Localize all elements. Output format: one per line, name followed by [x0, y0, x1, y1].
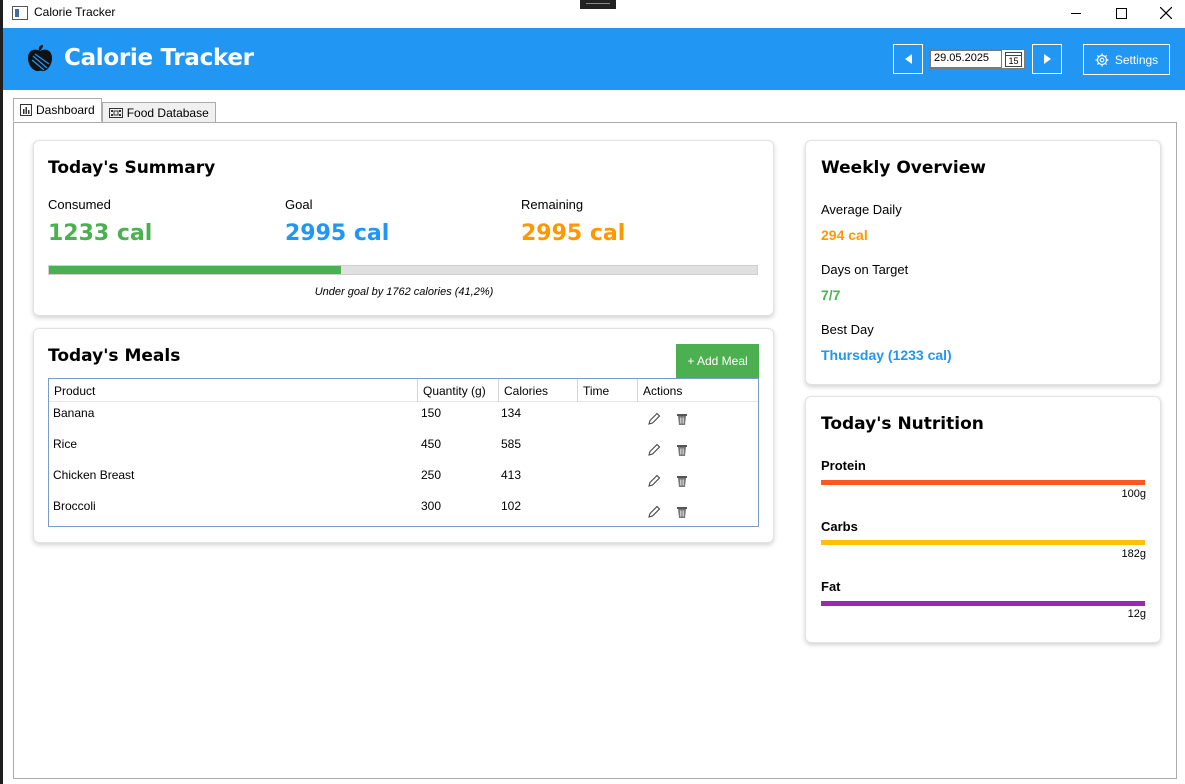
- weekly-title: Weekly Overview: [821, 158, 986, 178]
- cell-product: Rice: [53, 437, 78, 451]
- cell-quantity: 150: [421, 406, 442, 420]
- title-bar: Calorie Tracker: [3, 0, 1185, 28]
- dashboard-panel: Today's Summary Consumed 1233 cal Goal 2…: [13, 122, 1177, 779]
- column-header-product[interactable]: Product: [49, 379, 418, 402]
- app-title: Calorie Tracker: [64, 45, 254, 71]
- delete-trash-icon[interactable]: [674, 473, 690, 489]
- tab-dashboard[interactable]: Dashboard: [13, 98, 102, 122]
- add-meal-button[interactable]: + Add Meal: [676, 344, 759, 378]
- app-window: Calorie Tracker Calorie Tracker 29.05.20…: [0, 0, 1185, 784]
- minimize-button[interactable]: [1053, 0, 1099, 26]
- tab-food-database-label: Food Database: [126, 106, 209, 120]
- days-on-target-label: Days on Target: [821, 262, 909, 277]
- tab-food-database[interactable]: Food Database: [101, 102, 216, 124]
- table-row[interactable]: Rice 450 585: [49, 433, 758, 464]
- drag-notch: [580, 0, 616, 9]
- carbs-value: 182g: [1121, 548, 1146, 560]
- meals-title: Today's Meals: [48, 346, 181, 366]
- carbs-label: Carbs: [821, 519, 858, 534]
- minimize-icon: [1071, 12, 1081, 14]
- calorie-progress-bar: [48, 265, 758, 275]
- delete-trash-icon[interactable]: [674, 504, 690, 520]
- goal-label: Goal: [285, 197, 313, 212]
- table-row[interactable]: Broccoli 300 102: [49, 495, 758, 526]
- app-window-icon: [12, 6, 28, 20]
- table-row[interactable]: Chicken Breast 250 413: [49, 464, 758, 495]
- next-day-button[interactable]: [1032, 44, 1062, 74]
- calorie-progress-fill: [49, 266, 341, 274]
- remaining-value: 2995 cal: [521, 221, 626, 246]
- settings-button[interactable]: Settings: [1083, 44, 1170, 75]
- cell-calories: 413: [501, 468, 522, 482]
- cell-product: Banana: [53, 406, 95, 420]
- tab-dashboard-label: Dashboard: [36, 103, 95, 117]
- meals-table-header: Product Quantity (g) Calories Time Actio…: [49, 379, 758, 402]
- settings-label: Settings: [1114, 52, 1159, 67]
- apple-logo-icon: [28, 45, 52, 72]
- cell-quantity: 450: [421, 437, 442, 451]
- goal-value: 2995 cal: [285, 221, 390, 246]
- arrow-left-icon: [904, 54, 912, 64]
- close-button[interactable]: [1143, 0, 1185, 26]
- arrow-right-icon: [1043, 54, 1051, 64]
- edit-pencil-icon[interactable]: [646, 473, 662, 489]
- gear-icon: [1095, 53, 1109, 66]
- cell-quantity: 250: [421, 468, 442, 482]
- average-daily-label: Average Daily: [821, 202, 902, 217]
- app-header: Calorie Tracker 29.05.2025 15 Settings: [3, 28, 1185, 90]
- best-day-label: Best Day: [821, 322, 874, 337]
- nutrition-card: Today's Nutrition Protein 100g Carbs 182…: [805, 396, 1161, 643]
- fat-value: 12g: [1127, 608, 1146, 620]
- protein-bar: [821, 480, 1145, 485]
- cell-product: Chicken Breast: [53, 468, 135, 482]
- weekly-overview-card: Weekly Overview Average Daily 294 cal Da…: [805, 140, 1161, 385]
- calendar-icon[interactable]: 15: [1005, 52, 1022, 67]
- best-day-value: Thursday (1233 cal): [821, 347, 952, 363]
- cell-calories: 102: [501, 499, 522, 513]
- close-icon: [1160, 7, 1172, 19]
- date-input[interactable]: 29.05.2025: [930, 50, 1002, 68]
- protein-label: Protein: [821, 458, 866, 473]
- maximize-icon: [1115, 7, 1127, 19]
- remaining-label: Remaining: [521, 197, 584, 212]
- average-daily-value: 294 cal: [821, 227, 868, 243]
- tab-strip: Dashboard Food Database: [13, 98, 216, 124]
- summary-title: Today's Summary: [48, 158, 216, 178]
- cell-calories: 134: [501, 406, 522, 420]
- carbs-bar: [821, 540, 1145, 545]
- maximize-button[interactable]: [1098, 0, 1144, 26]
- bar-chart-icon: [20, 104, 32, 116]
- cell-product: Broccoli: [53, 499, 96, 513]
- edit-pencil-icon[interactable]: [646, 504, 662, 520]
- fat-bar: [821, 601, 1145, 606]
- column-header-calories[interactable]: Calories: [499, 379, 578, 402]
- delete-trash-icon[interactable]: [674, 411, 690, 427]
- nutrition-title: Today's Nutrition: [821, 414, 984, 434]
- meals-card: Today's Meals + Add Meal Product Quantit…: [33, 328, 774, 543]
- previous-day-button[interactable]: [893, 44, 923, 74]
- table-row[interactable]: Banana 150 134: [49, 402, 758, 433]
- cell-quantity: 300: [421, 499, 442, 513]
- protein-value: 100g: [1121, 488, 1146, 500]
- edit-pencil-icon[interactable]: [646, 411, 662, 427]
- film-database-icon: [108, 108, 123, 118]
- edit-pencil-icon[interactable]: [646, 442, 662, 458]
- summary-card: Today's Summary Consumed 1233 cal Goal 2…: [33, 140, 774, 316]
- days-on-target-value: 7/7: [821, 287, 841, 303]
- column-header-quantity[interactable]: Quantity (g): [418, 379, 499, 402]
- fat-label: Fat: [821, 579, 841, 594]
- meals-table: Product Quantity (g) Calories Time Actio…: [48, 378, 759, 527]
- cell-calories: 585: [501, 437, 522, 451]
- column-header-time[interactable]: Time: [578, 379, 638, 402]
- column-header-actions[interactable]: Actions: [638, 379, 758, 402]
- consumed-value: 1233 cal: [48, 221, 153, 246]
- consumed-label: Consumed: [48, 197, 111, 212]
- delete-trash-icon[interactable]: [674, 442, 690, 458]
- under-goal-note: Under goal by 1762 calories (41,2%): [314, 286, 494, 298]
- window-title: Calorie Tracker: [34, 5, 116, 19]
- date-picker[interactable]: 29.05.2025 15: [929, 49, 1025, 69]
